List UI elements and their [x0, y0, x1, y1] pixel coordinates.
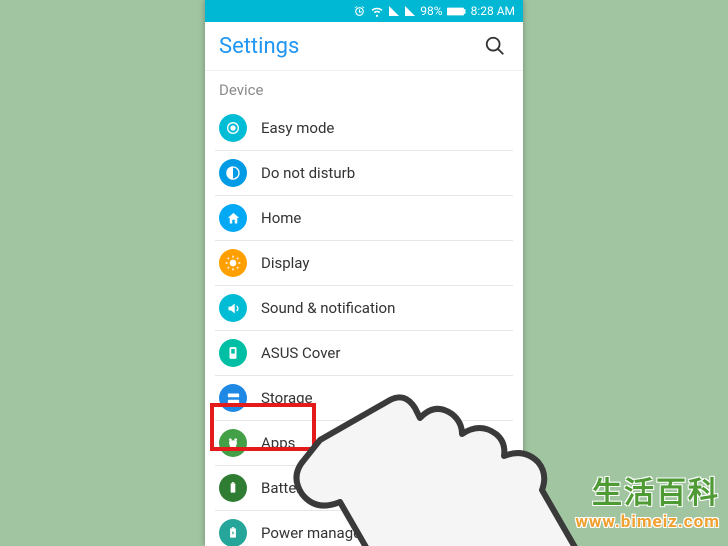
row-label: Home [261, 209, 301, 227]
wifi-icon [370, 5, 384, 18]
row-easy-mode[interactable]: Easy mode [215, 105, 513, 150]
row-home[interactable]: Home [215, 195, 513, 240]
row-label: Easy mode [261, 119, 334, 137]
battery-icon [447, 6, 467, 17]
row-storage[interactable]: Storage [215, 375, 513, 420]
easy-mode-icon [219, 114, 247, 142]
search-button[interactable] [481, 32, 509, 60]
display-icon [219, 249, 247, 277]
dnd-icon [219, 159, 247, 187]
watermark-url: www.bimeiz.com [575, 512, 720, 532]
row-label: Storage [261, 389, 313, 407]
row-apps[interactable]: Apps [215, 420, 513, 465]
row-label: ASUS Cover [261, 344, 340, 362]
row-label: Power management [261, 524, 395, 542]
sound-icon [219, 294, 247, 322]
battery-row-icon [219, 474, 247, 502]
battery-percentage: 98% [420, 4, 442, 18]
alarm-icon [353, 5, 366, 18]
row-power[interactable]: Power management [215, 510, 513, 546]
section-label-device: Device [205, 71, 523, 105]
signal-2-icon [404, 5, 416, 17]
phone-frame: 98% 8:28 AM Settings Device Easy mode Do [205, 0, 523, 546]
row-label: Battery [261, 479, 309, 497]
clock-text: 8:28 AM [471, 4, 515, 18]
row-label: Do not disturb [261, 164, 355, 182]
cover-icon [219, 339, 247, 367]
apps-icon [219, 429, 247, 457]
signal-1-icon [388, 5, 400, 17]
row-sound[interactable]: Sound & notification [215, 285, 513, 330]
row-asus-cover[interactable]: ASUS Cover [215, 330, 513, 375]
row-battery[interactable]: Battery [215, 465, 513, 510]
page-title: Settings [219, 34, 481, 59]
row-label: Sound & notification [261, 299, 395, 317]
row-label: Apps [261, 434, 295, 452]
power-icon [219, 519, 247, 546]
row-label: Display [261, 254, 309, 272]
row-dnd[interactable]: Do not disturb [215, 150, 513, 195]
app-bar: Settings [205, 22, 523, 71]
search-icon [484, 35, 506, 57]
row-display[interactable]: Display [215, 240, 513, 285]
storage-icon [219, 384, 247, 412]
watermark-logo: 生活百科 [592, 468, 720, 512]
settings-list: Easy mode Do not disturb Home Display So [205, 105, 523, 546]
home-icon [219, 204, 247, 232]
status-bar: 98% 8:28 AM [205, 0, 523, 22]
